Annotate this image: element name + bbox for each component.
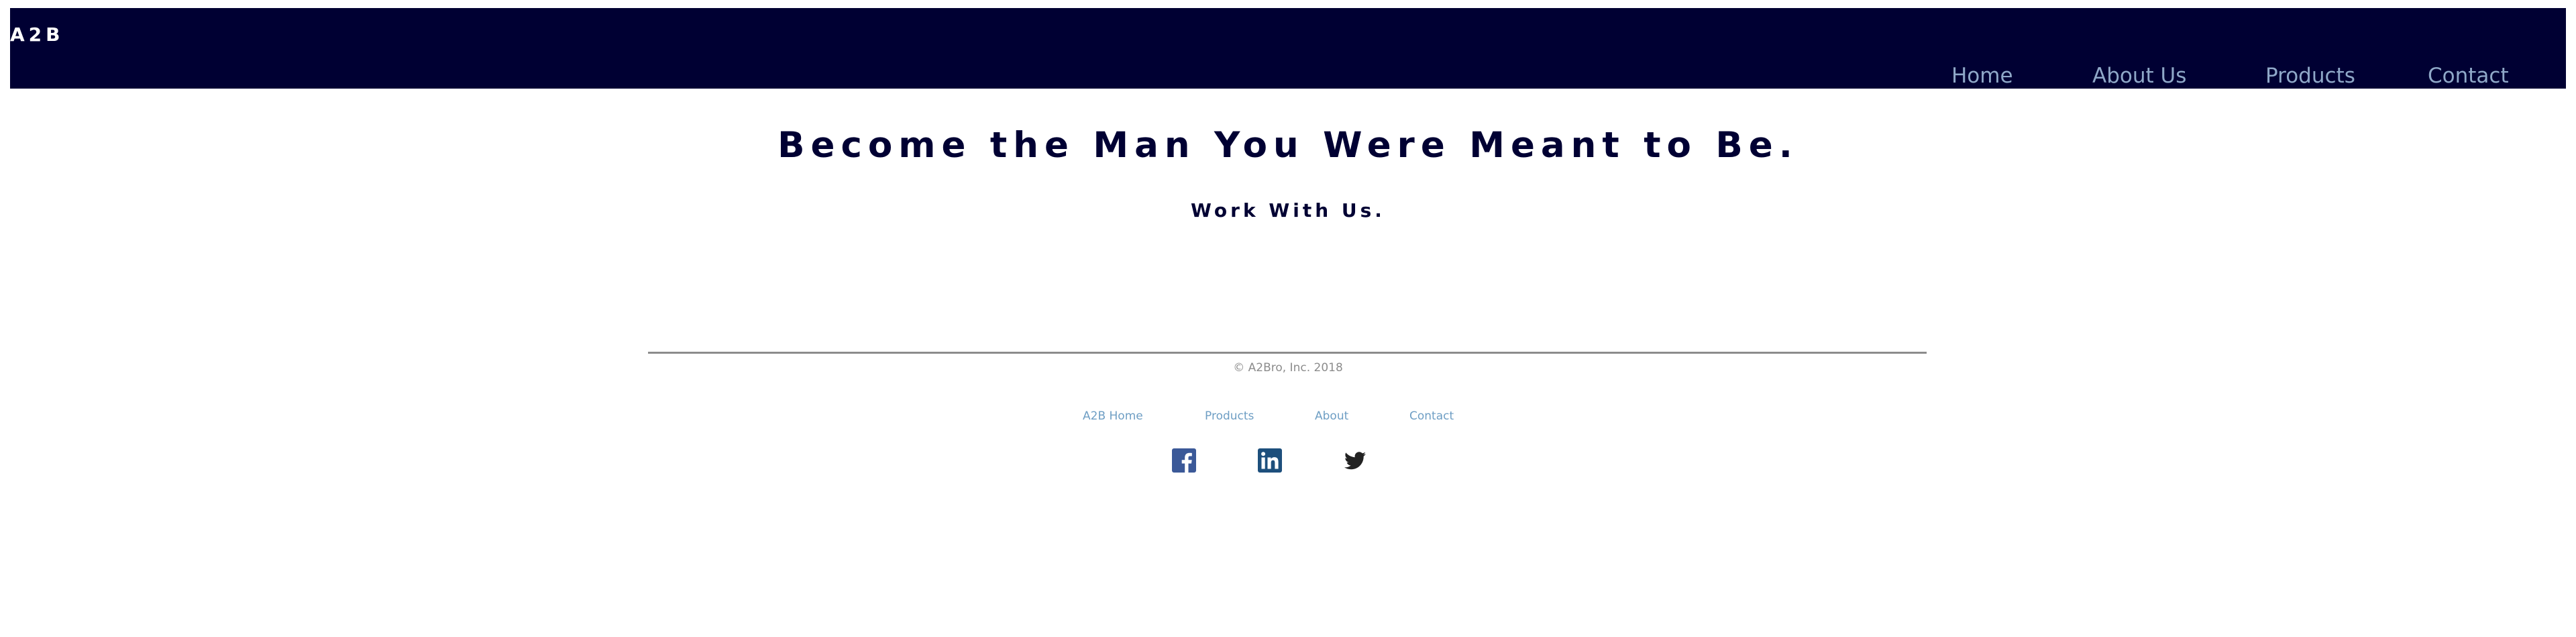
facebook-icon-graphic (1172, 448, 1196, 473)
main-nav: Home About Us Products Contact (10, 66, 2566, 93)
page: A2B Home About Us Products Contact Becom… (0, 0, 2576, 637)
twitter-icon-graphic (1344, 452, 1366, 470)
linkedin-icon-graphic (1258, 448, 1282, 473)
linkedin-icon[interactable] (1258, 448, 1282, 473)
site-header: A2B Home About Us Products Contact (10, 8, 2566, 89)
footer-products-link[interactable]: Products (1205, 411, 1254, 422)
nav-products-link[interactable]: Products (2265, 66, 2355, 87)
site-logo[interactable]: A2B (10, 26, 64, 44)
nav-contact-link[interactable]: Contact (2428, 66, 2509, 87)
hero-headline: Become the Man You Were Meant to Be. (777, 125, 1799, 166)
social-links (0, 448, 2576, 475)
footer-links: A2B Home Products About Contact (0, 411, 2576, 427)
copyright-text: © A2Bro, Inc. 2018 (1233, 361, 1343, 375)
nav-about-us-link[interactable]: About Us (2092, 66, 2186, 87)
footer-about-link[interactable]: About (1315, 411, 1348, 422)
footer-contact-link[interactable]: Contact (1409, 411, 1454, 422)
facebook-icon[interactable] (1172, 448, 1196, 473)
nav-home-link[interactable]: Home (1951, 66, 2013, 87)
hero-subheadline: Work With Us. (1191, 199, 1385, 222)
twitter-icon[interactable] (1343, 448, 1367, 473)
footer-home-link[interactable]: A2B Home (1083, 411, 1143, 422)
footer-divider (648, 352, 1927, 354)
